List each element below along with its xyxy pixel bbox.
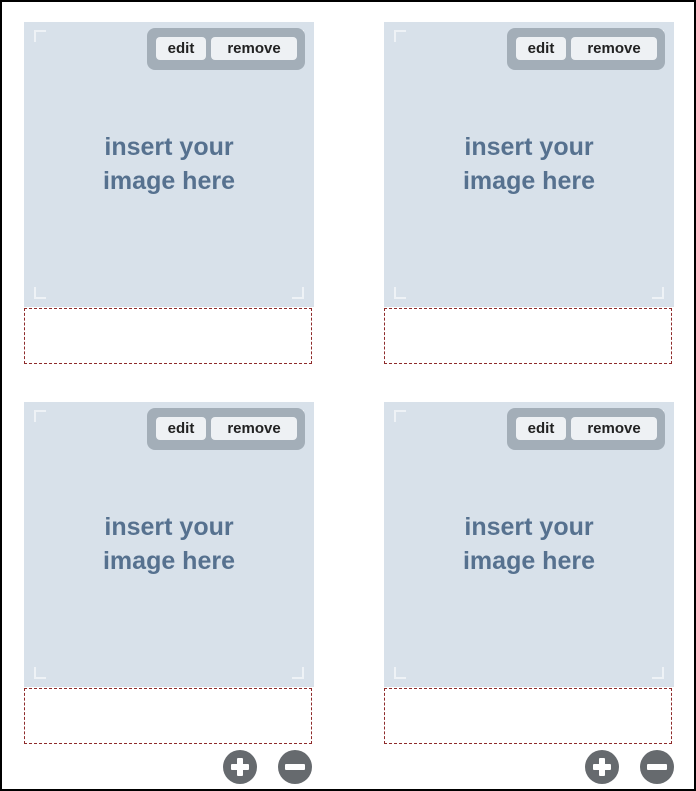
edit-button[interactable]: edit: [516, 37, 566, 60]
crop-corner-mark: [292, 667, 304, 679]
image-slot: edit remove insert your image here: [24, 402, 316, 747]
placeholder-text: insert your image here: [384, 510, 674, 578]
crop-corner-mark: [34, 287, 46, 299]
placeholder-line: image here: [462, 167, 595, 195]
placeholder-line: insert your: [464, 133, 594, 161]
edit-button[interactable]: edit: [156, 37, 206, 60]
image-slot: edit remove insert your image here: [384, 22, 676, 367]
image-slot: edit remove insert your image here: [384, 402, 676, 747]
placeholder-line: insert your: [104, 133, 234, 161]
remove-button[interactable]: remove: [571, 417, 657, 440]
add-slot-button[interactable]: [585, 750, 619, 784]
crop-corner-mark: [394, 287, 406, 299]
remove-button[interactable]: remove: [211, 417, 297, 440]
crop-corner-mark: [394, 410, 406, 422]
caption-field[interactable]: [24, 308, 312, 364]
placeholder-line: insert your: [464, 513, 594, 541]
placeholder-line: image here: [462, 547, 595, 575]
remove-button[interactable]: remove: [211, 37, 297, 60]
placeholder-text: insert your image here: [24, 510, 314, 578]
edit-button[interactable]: edit: [516, 417, 566, 440]
edit-button[interactable]: edit: [156, 417, 206, 440]
crop-corner-mark: [394, 667, 406, 679]
image-toolbar: edit remove: [507, 28, 665, 70]
remove-slot-button[interactable]: [640, 750, 674, 784]
crop-corner-mark: [34, 410, 46, 422]
image-placeholder[interactable]: edit remove insert your image here: [24, 402, 314, 687]
placeholder-text: insert your image here: [24, 130, 314, 198]
caption-field[interactable]: [384, 308, 672, 364]
add-slot-button[interactable]: [223, 750, 257, 784]
crop-corner-mark: [652, 287, 664, 299]
crop-corner-mark: [292, 287, 304, 299]
crop-corner-mark: [652, 667, 664, 679]
caption-field[interactable]: [24, 688, 312, 744]
placeholder-line: image here: [102, 167, 235, 195]
placeholder-line: image here: [102, 547, 235, 575]
placeholder-text: insert your image here: [384, 130, 674, 198]
placeholder-line: insert your: [104, 513, 234, 541]
image-placeholder[interactable]: edit remove insert your image here: [384, 22, 674, 307]
photo-layout-panel: edit remove insert your image here edit …: [0, 0, 696, 791]
remove-slot-button[interactable]: [278, 750, 312, 784]
caption-field[interactable]: [384, 688, 672, 744]
image-toolbar: edit remove: [147, 408, 305, 450]
crop-corner-mark: [34, 667, 46, 679]
crop-corner-mark: [394, 30, 406, 42]
remove-button[interactable]: remove: [571, 37, 657, 60]
image-slot: edit remove insert your image here: [24, 22, 316, 367]
image-placeholder[interactable]: edit remove insert your image here: [384, 402, 674, 687]
crop-corner-mark: [34, 30, 46, 42]
image-placeholder[interactable]: edit remove insert your image here: [24, 22, 314, 307]
image-toolbar: edit remove: [147, 28, 305, 70]
image-toolbar: edit remove: [507, 408, 665, 450]
